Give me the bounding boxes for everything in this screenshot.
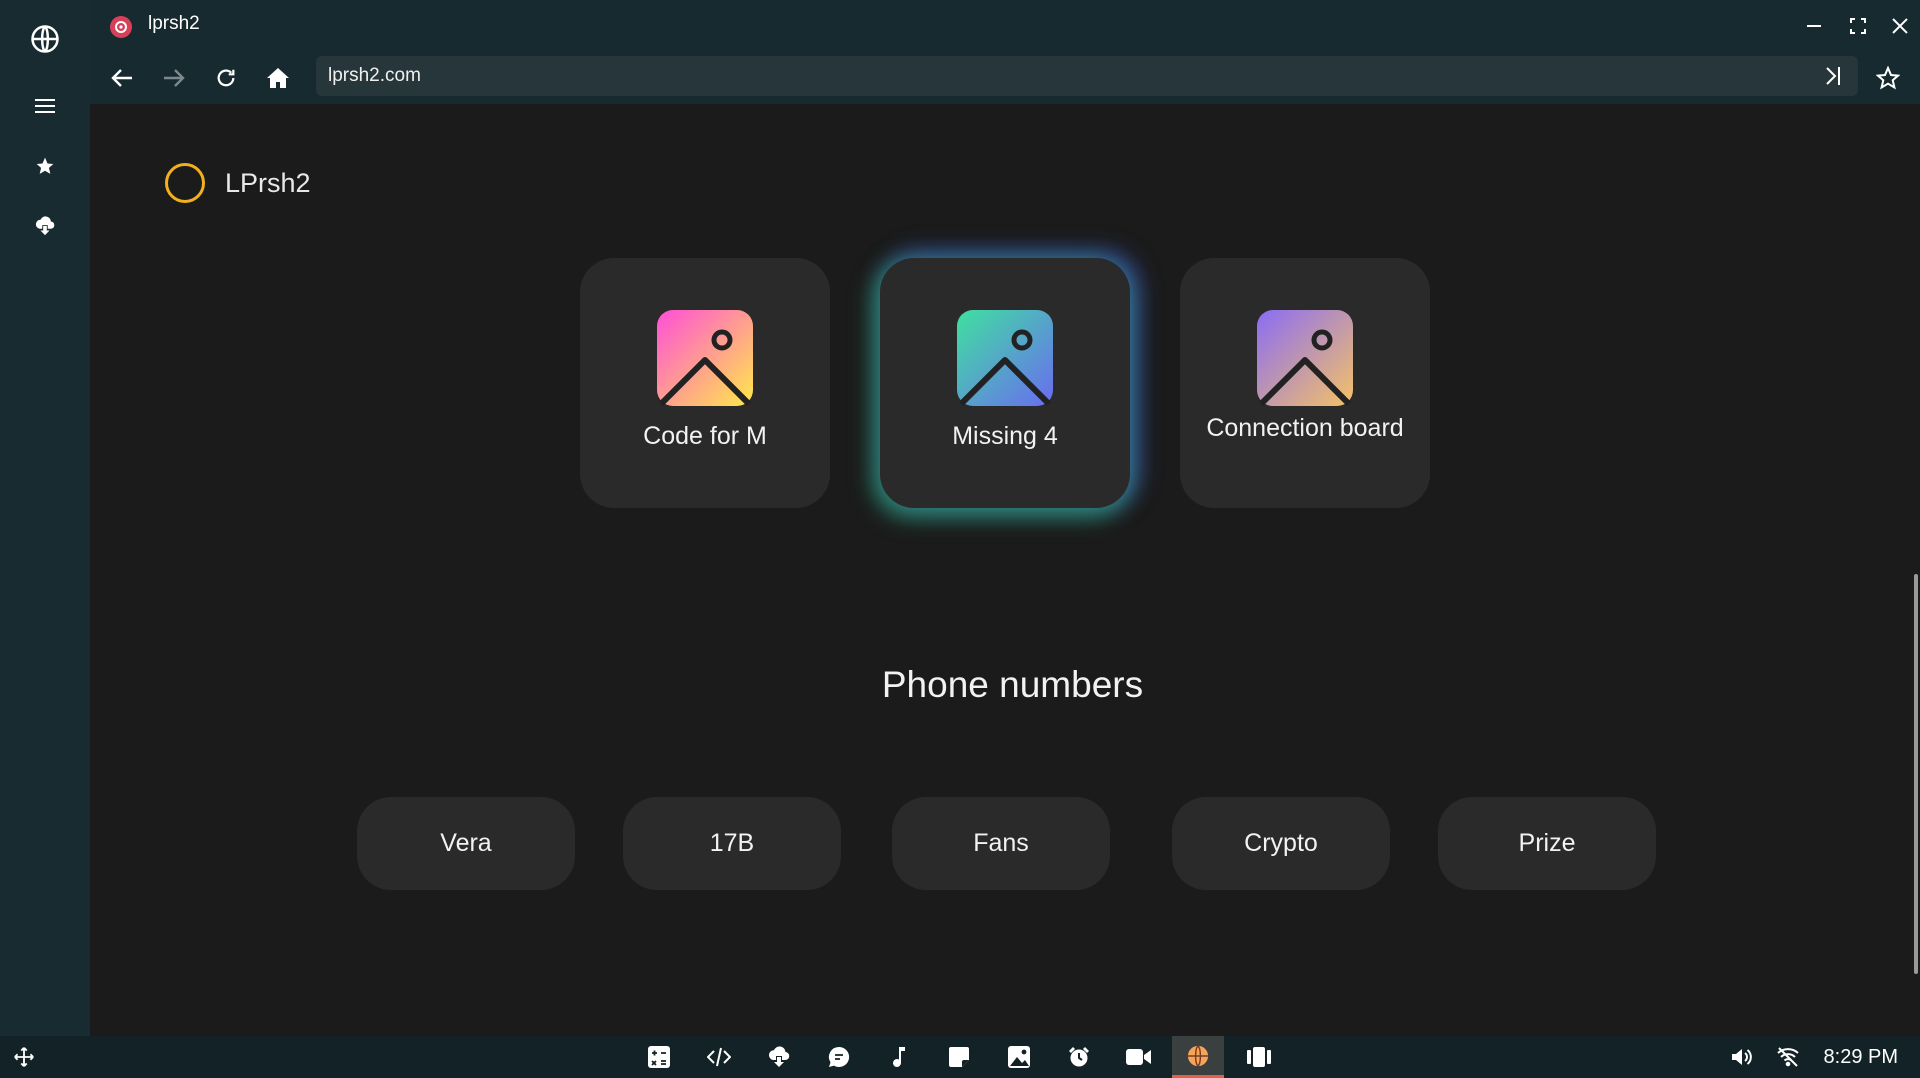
title-bar: lprsh2 (90, 0, 1920, 52)
navigation-bar: lprsh2.com (90, 52, 1920, 104)
vertical-scrollbar[interactable] (1914, 574, 1918, 974)
pill-prize[interactable]: Prize (1438, 797, 1656, 890)
sticky-note-icon[interactable] (935, 1036, 983, 1078)
left-rail (0, 0, 90, 1036)
pill-17b[interactable]: 17B (623, 797, 841, 890)
music-icon[interactable] (875, 1036, 923, 1078)
image-icon (957, 310, 1053, 406)
maximize-icon[interactable] (1840, 8, 1876, 44)
close-icon[interactable] (1882, 8, 1918, 44)
taskbar: 8:29 PM (0, 1036, 1920, 1078)
site-favicon-icon (110, 16, 132, 38)
globe-icon[interactable] (25, 19, 65, 59)
sidebar-toggle-icon[interactable] (1818, 61, 1848, 91)
image-icon (657, 310, 753, 406)
back-icon[interactable] (102, 58, 142, 98)
volume-icon[interactable] (1718, 1036, 1766, 1078)
pill-fans[interactable]: Fans (892, 797, 1110, 890)
move-icon[interactable] (0, 1036, 48, 1078)
forward-icon[interactable] (154, 58, 194, 98)
clock[interactable]: 8:29 PM (1824, 1046, 1898, 1069)
card-label: Connection board (1206, 414, 1404, 442)
photos-icon[interactable] (995, 1036, 1043, 1078)
panels-icon[interactable] (1235, 1036, 1283, 1078)
card-label: Code for M (643, 422, 767, 450)
image-icon (1257, 310, 1353, 406)
cloud-download-icon[interactable] (25, 206, 65, 246)
card-connection-board[interactable]: Connection board (1180, 258, 1430, 508)
cloud-download-icon[interactable] (755, 1036, 803, 1078)
home-icon[interactable] (258, 58, 298, 98)
video-icon[interactable] (1115, 1036, 1163, 1078)
browser-icon[interactable] (1172, 1036, 1224, 1078)
url-text[interactable]: lprsh2.com (328, 65, 421, 87)
calculator-icon[interactable] (635, 1036, 683, 1078)
star-icon[interactable] (25, 146, 65, 186)
alarm-icon[interactable] (1055, 1036, 1103, 1078)
tab-title[interactable]: lprsh2 (148, 13, 200, 35)
menu-icon[interactable] (25, 86, 65, 126)
brand-name[interactable]: LPrsh2 (225, 168, 311, 199)
page-viewport: LPrsh2 Code for M Missing 4 Connection b… (90, 104, 1920, 1036)
brand-logo-icon[interactable] (165, 163, 205, 203)
chat-icon[interactable] (815, 1036, 863, 1078)
card-label: Missing 4 (952, 422, 1058, 450)
card-code-for-m[interactable]: Code for M (580, 258, 830, 508)
bookmark-star-icon[interactable] (1868, 58, 1908, 98)
section-title: Phone numbers (881, 664, 1144, 705)
wifi-off-icon[interactable] (1764, 1036, 1812, 1078)
pill-vera[interactable]: Vera (357, 797, 575, 890)
reload-icon[interactable] (206, 58, 246, 98)
card-missing-4[interactable]: Missing 4 (880, 258, 1130, 508)
pill-crypto[interactable]: Crypto (1172, 797, 1390, 890)
address-bar[interactable]: lprsh2.com (316, 56, 1858, 96)
code-icon[interactable] (695, 1036, 743, 1078)
minimize-icon[interactable] (1796, 8, 1832, 44)
